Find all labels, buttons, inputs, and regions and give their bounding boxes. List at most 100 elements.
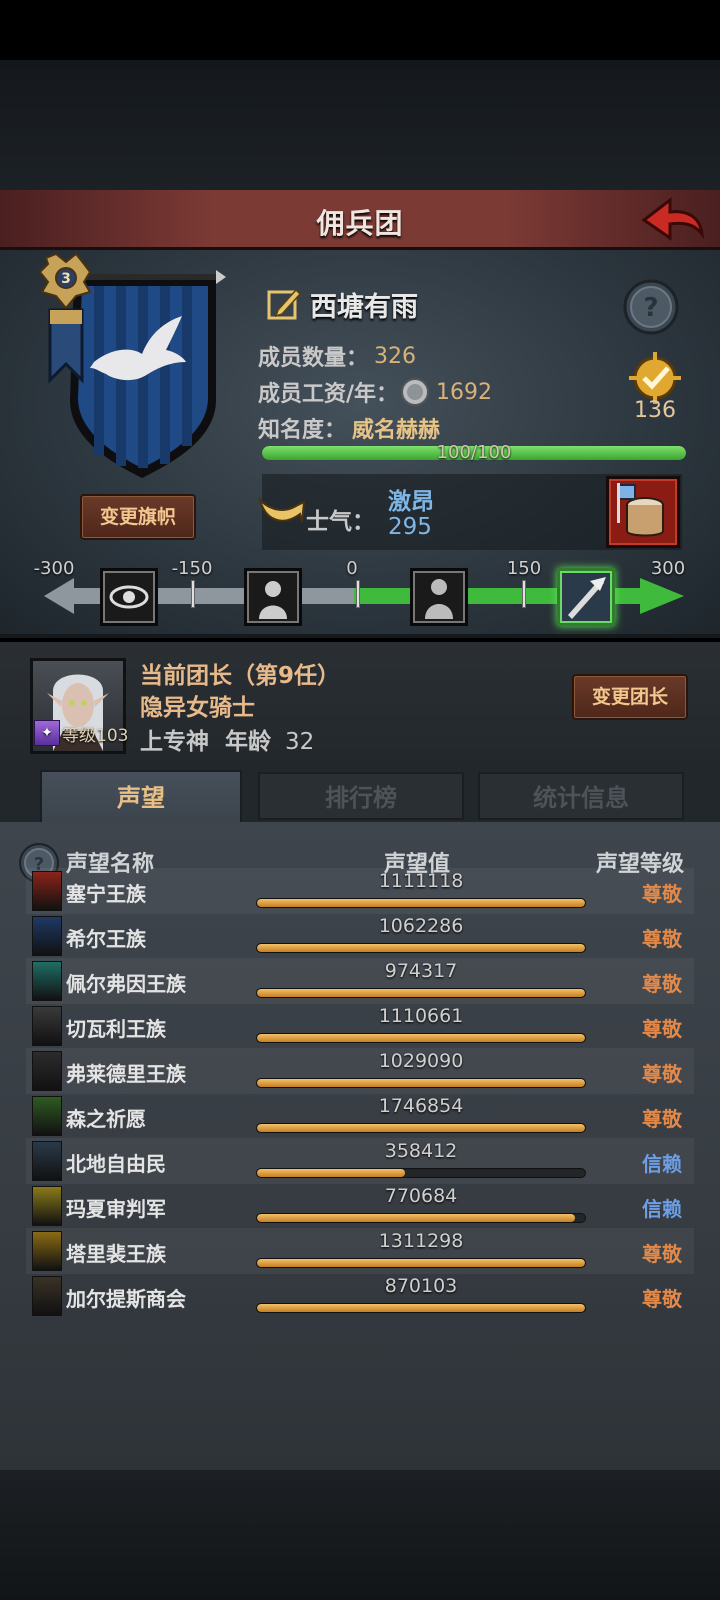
leader-name: 隐异女骑士 xyxy=(140,695,255,721)
morale-node-despair[interactable] xyxy=(100,568,158,626)
reputation-bar xyxy=(256,1168,586,1178)
reputation-row[interactable]: 塔里裴王族 1311298 尊敬 xyxy=(26,1228,694,1274)
svg-text:3: 3 xyxy=(61,271,71,287)
reputation-bar-fill xyxy=(257,944,585,952)
help-icon[interactable]: ? xyxy=(622,278,680,336)
reputation-value: 1029090 xyxy=(378,1050,464,1072)
reputation-level: 尊敬 xyxy=(642,1287,682,1311)
leader-belief: 上专神 xyxy=(140,729,209,755)
faction-crest-icon xyxy=(32,1231,62,1271)
morale-node-low[interactable] xyxy=(244,568,302,626)
salary-label: 成员工资/年： xyxy=(258,382,399,407)
tab-ranking[interactable]: 排行榜 xyxy=(258,772,464,820)
reputation-bar xyxy=(256,1303,586,1313)
reputation-bar xyxy=(256,1258,586,1268)
reputation-bar-fill xyxy=(257,1034,585,1042)
salary-row: 成员工资/年： 1692 xyxy=(258,376,492,408)
faction-crest-icon xyxy=(32,1051,62,1091)
members-row: 成员数量： 326 xyxy=(258,340,416,372)
reputation-value: 358412 xyxy=(384,1140,458,1162)
reputation-level: 信赖 xyxy=(642,1197,682,1221)
reputation-bar xyxy=(256,988,586,998)
faction-name: 希尔王族 xyxy=(66,927,146,951)
salary-value: 1692 xyxy=(436,379,493,405)
status-bar-area xyxy=(0,0,720,60)
fame-row: 知名度： 威名赫赫 xyxy=(258,412,440,444)
reputation-bar-fill xyxy=(257,1169,405,1177)
reputation-value: 1062286 xyxy=(378,915,464,937)
svg-text:?: ? xyxy=(643,293,658,323)
scale-tick xyxy=(522,580,526,608)
faction-crest-icon xyxy=(32,1276,62,1316)
faction-name: 玛夏审判军 xyxy=(66,1197,166,1221)
reputation-row[interactable]: 希尔王族 1062286 尊敬 xyxy=(26,913,694,959)
fame-value: 威名赫赫 xyxy=(352,418,441,443)
scale-tick xyxy=(356,580,360,608)
reputation-value: 1311298 xyxy=(378,1230,464,1252)
reputation-value: 1111118 xyxy=(378,870,464,892)
reputation-value: 1110661 xyxy=(378,1005,464,1027)
tab-statistics[interactable]: 统计信息 xyxy=(478,772,684,820)
faction-name: 弗莱德里王族 xyxy=(66,1062,186,1086)
faction-crest-icon xyxy=(32,916,62,956)
reputation-row[interactable]: 加尔提斯商会 870103 尊敬 xyxy=(26,1273,694,1319)
reputation-row[interactable]: 森之祈愿 1746854 尊敬 xyxy=(26,1093,694,1139)
faction-name: 塞宁王族 xyxy=(66,882,146,906)
members-label: 成员数量： xyxy=(258,346,369,371)
change-flag-button[interactable]: 变更旗帜 xyxy=(80,494,196,540)
wand-icon: ✦ xyxy=(34,720,60,746)
guild-name-row: 西塘有雨 xyxy=(266,282,418,326)
top-spacer xyxy=(0,60,720,190)
change-leader-button[interactable]: 变更团长 xyxy=(572,674,688,720)
silver-coin-icon xyxy=(400,377,430,407)
faction-crest-icon xyxy=(32,1096,62,1136)
leader-info: 上专神 年龄 32 xyxy=(140,722,314,756)
faction-crest-icon xyxy=(32,1186,62,1226)
faction-name: 切瓦利王族 xyxy=(66,1017,166,1041)
reputation-level: 尊敬 xyxy=(642,1017,682,1041)
faction-crest-icon xyxy=(32,1006,62,1046)
reputation-bar-fill xyxy=(257,1304,585,1312)
faction-name: 塔里裴王族 xyxy=(66,1242,166,1266)
reputation-bar xyxy=(256,1033,586,1043)
reputation-bar-fill xyxy=(257,1079,585,1087)
reputation-level: 信赖 xyxy=(642,1152,682,1176)
faction-name: 佩尔弗因王族 xyxy=(66,972,186,996)
morale-value: 295 xyxy=(388,514,432,540)
reputation-bar-fill xyxy=(257,899,585,907)
quest-count: 136 xyxy=(634,398,676,423)
drum-icon[interactable] xyxy=(606,476,680,548)
faction-name: 加尔提斯商会 xyxy=(66,1287,186,1311)
reputation-value: 870103 xyxy=(384,1275,458,1297)
reputation-bar-fill xyxy=(257,1214,576,1222)
guild-banner: 3 xyxy=(30,250,230,486)
leader-age-label: 年龄 xyxy=(225,729,272,755)
reputation-bar-fill xyxy=(257,1124,585,1132)
reputation-row[interactable]: 塞宁王族 1111118 尊敬 xyxy=(26,868,694,914)
morale-state: 激昂 xyxy=(388,489,434,515)
bottom-area xyxy=(0,1470,720,1600)
reputation-value: 974317 xyxy=(384,960,458,982)
reputation-bar xyxy=(256,898,586,908)
members-value: 326 xyxy=(374,343,417,369)
scale-tick xyxy=(191,580,195,608)
reputation-value: 770684 xyxy=(384,1185,458,1207)
edit-name-icon[interactable] xyxy=(266,286,302,322)
morale-node-normal[interactable] xyxy=(410,568,468,626)
reputation-row[interactable]: 弗莱德里王族 1029090 尊敬 xyxy=(26,1048,694,1094)
tab-reputation[interactable]: 声望 xyxy=(40,770,242,824)
reputation-value: 1746854 xyxy=(378,1095,464,1117)
reputation-row[interactable]: 玛夏审判军 770684 信赖 xyxy=(26,1183,694,1229)
reputation-row[interactable]: 切瓦利王族 1110661 尊敬 xyxy=(26,1003,694,1049)
reputation-level: 尊敬 xyxy=(642,972,682,996)
reputation-bar xyxy=(256,1213,586,1223)
header-bar: 佣兵团 xyxy=(0,190,720,250)
leader-title: 当前团长（第9任） xyxy=(140,663,341,689)
guild-name: 西塘有雨 xyxy=(310,291,418,323)
back-arrow-icon[interactable] xyxy=(640,194,706,244)
reputation-row[interactable]: 佩尔弗因王族 974317 尊敬 xyxy=(26,958,694,1004)
faction-name: 北地自由民 xyxy=(66,1152,166,1176)
fame-label: 知名度： xyxy=(258,418,347,443)
morale-node-high[interactable] xyxy=(557,568,615,626)
reputation-row[interactable]: 北地自由民 358412 信赖 xyxy=(26,1138,694,1184)
